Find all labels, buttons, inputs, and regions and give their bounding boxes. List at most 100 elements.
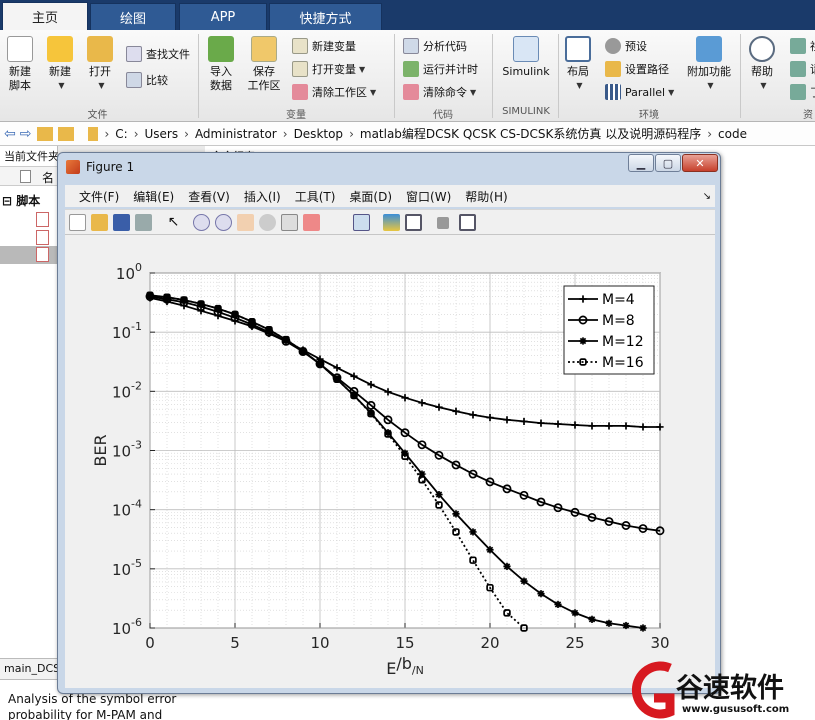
dock-arrow-icon[interactable]: ↘: [703, 191, 711, 202]
menu-insert[interactable]: 插入(I): [244, 188, 281, 205]
breadcrumb-desktop[interactable]: Desktop: [294, 127, 344, 141]
breadcrumb-drive[interactable]: C:: [115, 127, 127, 141]
compare-button[interactable]: 比较: [126, 72, 168, 88]
learn-matlab-button[interactable]: 了: [790, 84, 815, 100]
hide-plot-tools-icon[interactable]: [437, 217, 449, 229]
find-files-button[interactable]: 查找文件: [126, 46, 190, 62]
chevron-down-icon: ▼: [359, 64, 366, 74]
pointer-icon[interactable]: ↖: [165, 214, 182, 231]
maximize-icon: ▢: [662, 156, 674, 170]
new-figure-icon[interactable]: [69, 214, 86, 231]
clear-workspace-button[interactable]: 清除工作区 ▼: [292, 84, 376, 100]
layout-button[interactable]: 布局 ▼: [562, 36, 594, 93]
print-icon[interactable]: [135, 214, 152, 231]
open-button[interactable]: 打开 ▼: [84, 36, 116, 93]
preferences-button[interactable]: 预设: [605, 38, 647, 54]
chevron-down-icon: ▼: [668, 87, 675, 97]
y-tick-label: 10-3: [112, 439, 142, 461]
show-plot-tools-icon[interactable]: [459, 214, 476, 231]
menu-view[interactable]: 查看(V): [188, 188, 230, 205]
set-path-button[interactable]: 设置路径: [605, 61, 669, 77]
tab-home[interactable]: 主页: [2, 2, 88, 30]
folder-icon: [87, 36, 113, 62]
menu-desktop[interactable]: 桌面(D): [349, 188, 392, 205]
brush-icon[interactable]: [303, 214, 320, 231]
new-button[interactable]: 新建 ▼: [44, 36, 76, 93]
prefs-label: 预设: [625, 40, 647, 53]
new-script-icon: [7, 36, 33, 62]
rotate-3d-icon[interactable]: [259, 214, 276, 231]
minimize-button[interactable]: ▁: [628, 154, 654, 172]
pan-hand-icon[interactable]: [237, 214, 254, 231]
run-and-time-button[interactable]: 运行并计时: [403, 61, 478, 77]
list-item-selected[interactable]: [0, 246, 58, 264]
zoom-out-icon[interactable]: [215, 214, 232, 231]
community-button[interactable]: 社: [790, 38, 815, 54]
add-ons-button[interactable]: 附加功能 ▼: [686, 36, 732, 93]
data-point-marker: [537, 590, 545, 598]
breadcrumb-code[interactable]: code: [718, 127, 747, 141]
ber-plot[interactable]: 0 5 10 15 20 25 30 100 10-1 10-2 10-3 10-4 10-5 10-6…: [65, 235, 715, 688]
open-variable-button[interactable]: 打开变量 ▼: [292, 61, 365, 77]
breadcrumb-separator: ›: [184, 126, 189, 141]
up-folder-icon[interactable]: [37, 126, 54, 141]
new-script-button[interactable]: 新建 脚本: [4, 36, 36, 93]
data-cursor-icon[interactable]: [281, 214, 298, 231]
legend-icon[interactable]: [405, 214, 422, 231]
y-tick-labels: 100 10-1 10-2 10-3 10-4 10-5 10-6: [112, 261, 142, 638]
y-axis-label: BER: [91, 434, 110, 466]
back-arrow-icon[interactable]: ⇦: [4, 126, 16, 142]
import-data-button[interactable]: 导入 数据: [204, 36, 238, 93]
menu-window[interactable]: 窗口(W): [406, 188, 451, 205]
link-plot-icon[interactable]: [353, 214, 370, 231]
menu-help[interactable]: 帮助(H): [465, 188, 507, 205]
browse-folder-icon[interactable]: [58, 126, 75, 141]
analyze-code-button[interactable]: 分析代码: [403, 38, 467, 54]
divider: [394, 34, 395, 118]
tab-shortcuts[interactable]: 快捷方式: [269, 3, 382, 30]
script-file-icon[interactable]: [36, 230, 49, 245]
set-path-label: 设置路径: [625, 63, 669, 76]
forward-arrow-icon[interactable]: ⇨: [20, 126, 32, 142]
x-axis-label: E/b/N: [386, 654, 424, 678]
figure-title-bar[interactable]: Figure 1: [58, 153, 720, 181]
compare-icon: [126, 72, 142, 88]
request-support-button[interactable]: 请: [790, 61, 815, 77]
new-variable-button[interactable]: 新建变量: [292, 38, 356, 54]
legend[interactable]: M=4 M=8 M=12 M=16: [563, 285, 655, 375]
parallel-button[interactable]: Parallel ▼: [605, 84, 674, 100]
import-icon: [208, 36, 234, 62]
menu-tools[interactable]: 工具(T): [295, 188, 336, 205]
breadcrumb-separator: ›: [707, 126, 713, 141]
open-file-icon[interactable]: [91, 214, 108, 231]
x-tick-label: 20: [480, 634, 499, 652]
divider: [558, 34, 559, 118]
breadcrumb-users[interactable]: Users: [145, 127, 179, 141]
tab-plots[interactable]: 绘图: [90, 3, 176, 30]
save-icon[interactable]: [113, 214, 130, 231]
menu-file[interactable]: 文件(F): [79, 188, 119, 205]
save-workspace-button[interactable]: 保存 工作区: [244, 36, 284, 93]
maximize-button[interactable]: ▢: [655, 154, 681, 172]
collapse-icon[interactable]: ⊟: [2, 194, 12, 208]
open-label: 打开: [89, 65, 111, 78]
legend-entry: M=8: [602, 313, 635, 329]
help-button[interactable]: 帮助 ▼: [746, 36, 778, 93]
section-resources-label: 资: [803, 110, 813, 121]
breadcrumb-administrator[interactable]: Administrator: [195, 127, 277, 141]
folder-node-scripts[interactable]: ⊟ 脚本: [2, 192, 40, 209]
ribbon-toolstrip: 新建 脚本 新建 ▼ 打开 ▼ 查找文件 比较 文件 导入 数据 保存 工作区 …: [0, 30, 815, 122]
path-address-bar: ⇦ ⇨ › C: › Users › Administrator › Deskt…: [0, 122, 815, 146]
clear-commands-button[interactable]: 清除命令 ▼: [403, 84, 476, 100]
save-ws-label-1: 保存: [253, 65, 275, 78]
close-button[interactable]: ✕: [682, 154, 718, 172]
tab-apps[interactable]: APP: [179, 3, 267, 30]
simulink-button[interactable]: Simulink: [498, 36, 554, 79]
zoom-in-icon[interactable]: [193, 214, 210, 231]
script-file-icon[interactable]: [36, 212, 49, 227]
breadcrumb-project[interactable]: matlab编程DCSK QCSK CS-DCSK系统仿真 以及说明源码程序: [360, 125, 701, 142]
colorbar-icon[interactable]: [383, 214, 400, 231]
menu-edit[interactable]: 编辑(E): [133, 188, 174, 205]
name-column-header[interactable]: 名: [42, 169, 54, 186]
y-tick-label: 100: [116, 261, 142, 283]
